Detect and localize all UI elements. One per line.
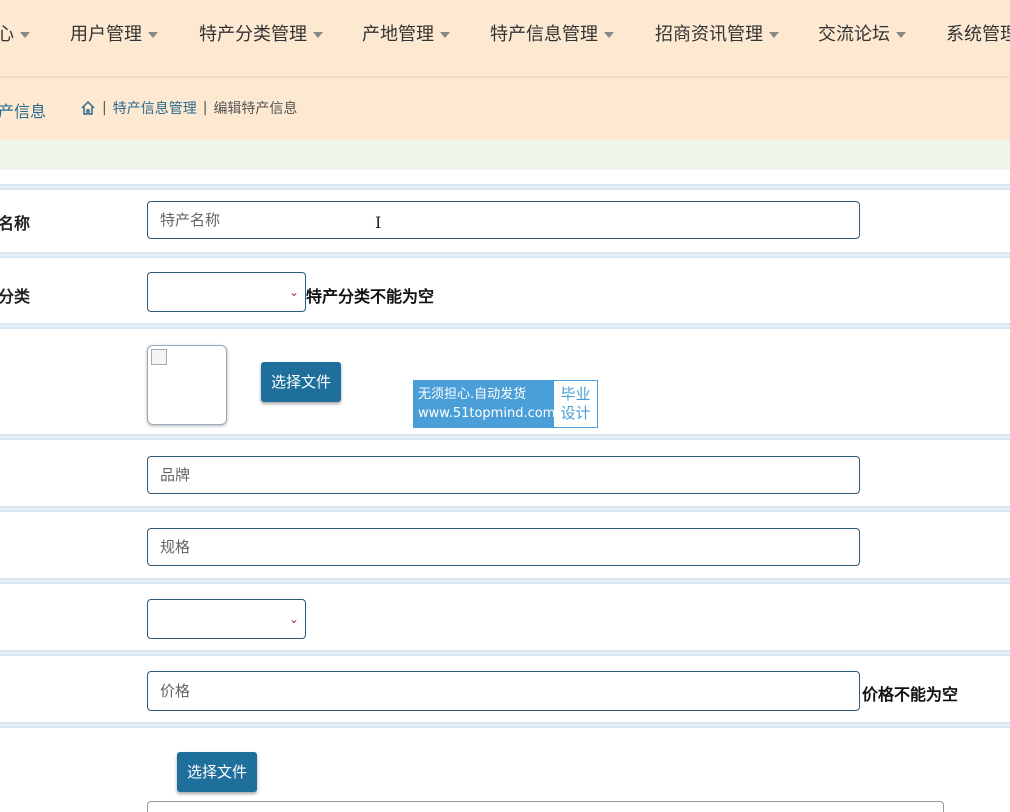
choose-file-button-2[interactable]: 选择文件 [177,752,258,792]
caret-down-icon [604,32,614,38]
caret-down-icon [148,32,158,38]
watermark-url: www.51topmind.com [418,406,556,421]
image-preview [147,345,227,425]
row-divider [0,650,1010,656]
nav-item-center[interactable]: 心 [0,22,30,48]
caret-down-icon [20,32,30,38]
watermark-badge-line: 毕业 [560,385,591,403]
row-divider [0,722,1010,728]
nav-item-product-info[interactable]: 特产信息管理 [490,22,614,48]
watermark-badge: 毕业 设计 [554,381,597,427]
nav-item-label: 系统管理 [946,24,1010,45]
breadcrumb-item-edit: 编辑特产信息 [213,101,298,117]
row-divider [0,252,1010,258]
spec-input[interactable] [147,528,860,566]
price-input[interactable] [147,671,860,711]
breadcrumb-separator: | [102,100,107,116]
breadcrumb-item-product-info[interactable]: 特产信息管理 [113,98,197,118]
nav-item-label: 特产分类管理 [199,24,307,45]
category-label: 分类 [0,287,31,306]
caret-down-icon [440,32,450,38]
caret-down-icon [896,32,906,38]
nav-item-label: 心 [0,22,14,48]
watermark-text: 无须担心.自动发货 www.51topmind.com [414,381,556,427]
nav-item-label: 产地管理 [362,24,434,45]
watermark-badge-line: 设计 [560,404,591,422]
row-divider [0,506,1010,512]
top-nav: 心 用户管理 特产分类管理 产地管理 特产信息管理 招商资讯管理 交流论坛 系统… [0,0,1010,78]
chevron-down-icon: ⌄ [288,612,299,626]
nav-item-users[interactable]: 用户管理 [70,22,158,48]
watermark-logo: 无须担心.自动发货 www.51topmind.com 毕业 设计 [413,380,598,428]
nav-item-origin[interactable]: 产地管理 [362,22,450,48]
home-icon[interactable] [80,100,96,116]
caret-down-icon [769,32,779,38]
origin-select[interactable]: ⌄ [147,599,306,639]
row-divider [0,578,1010,584]
brand-input[interactable] [147,456,860,494]
broken-image-icon [151,349,167,365]
nav-item-label: 招商资讯管理 [655,24,763,45]
nav-item-investment[interactable]: 招商资讯管理 [655,22,779,48]
name-label: 名称 [0,214,31,233]
nav-item-forum[interactable]: 交流论坛 [818,22,906,48]
category-error: 特产分类不能为空 [306,287,435,306]
nav-item-label: 特产信息管理 [490,24,598,45]
watermark-line: 无须担心.自动发货 [418,387,527,402]
breadcrumb: | 特产信息管理 | 编辑特产信息 [80,98,297,118]
page-title: 产信息 [0,102,47,121]
caret-down-icon [313,32,323,38]
breadcrumb-separator: | [202,100,208,116]
row-divider [0,434,1010,440]
choose-file-button[interactable]: 选择文件 [261,362,342,402]
text-cursor-icon: I [375,213,382,232]
divider-band [0,140,1010,170]
row-divider [0,184,1010,190]
breadcrumb-bar: 产信息 | 特产信息管理 | 编辑特产信息 [0,78,1010,140]
category-select[interactable]: ⌄ [147,272,306,312]
nav-item-category[interactable]: 特产分类管理 [199,22,323,48]
nav-item-label: 交流论坛 [818,24,890,45]
chevron-down-icon: ⌄ [288,285,299,299]
nav-item-system[interactable]: 系统管理 [946,22,1010,48]
price-error: 价格不能为空 [862,685,959,704]
row-divider [0,323,1010,329]
name-input[interactable] [147,201,860,239]
nav-item-label: 用户管理 [70,24,142,45]
